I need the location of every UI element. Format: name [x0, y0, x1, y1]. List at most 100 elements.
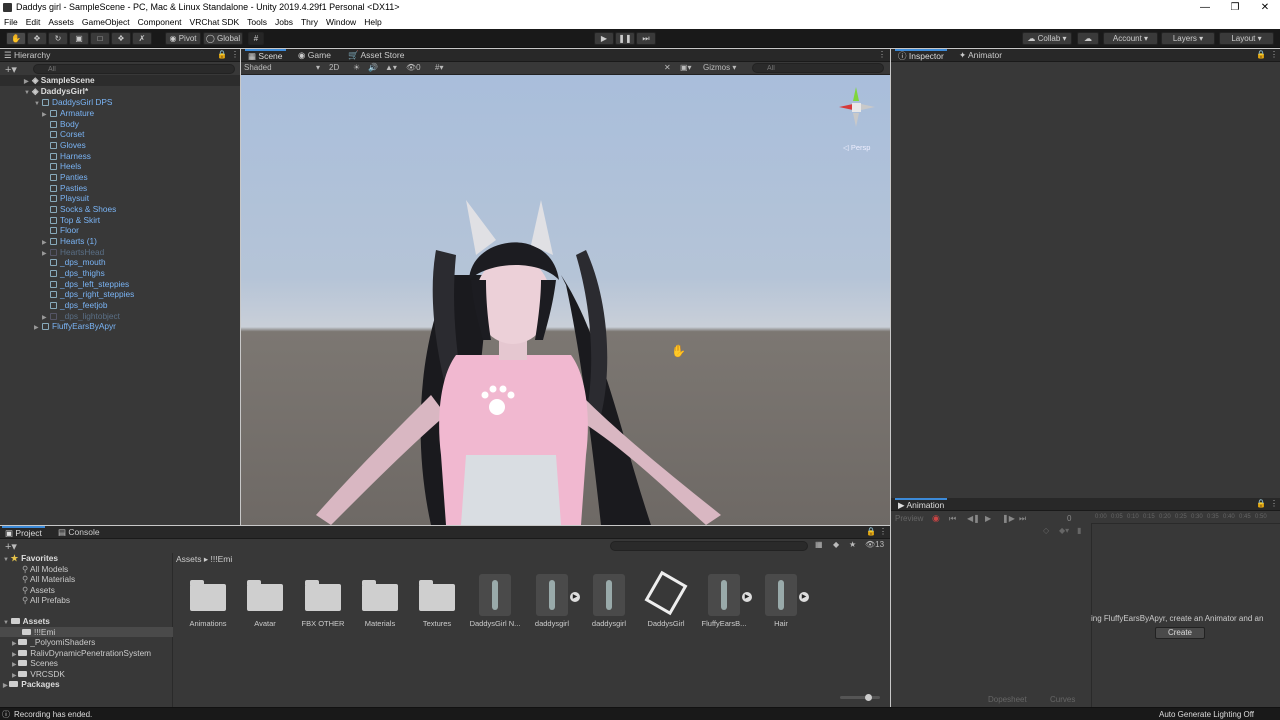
frame-field[interactable]: 0 — [1067, 514, 1071, 523]
expand-arrow-icon[interactable]: ▶ — [742, 592, 752, 602]
tree-row-dps-thighs[interactable]: _dps_thighs — [50, 268, 105, 279]
tab-game[interactable]: ◉ Game — [298, 49, 331, 62]
event-marker-icon[interactable]: ▮ — [1077, 526, 1081, 535]
collab-dropdown[interactable]: ☁ Collab ▾ — [1022, 32, 1072, 45]
persp-label[interactable]: ◁ Persp — [843, 143, 870, 152]
account-dropdown[interactable]: Account ▾ — [1103, 32, 1158, 45]
menu-jobs[interactable]: Jobs — [275, 17, 293, 27]
scene-viewport[interactable]: ✋ ◁ Persp — [241, 75, 890, 525]
tree-row-dps-left-steppies[interactable]: _dps_left_steppies — [50, 279, 129, 290]
shading-mode-dropdown[interactable]: Shaded ▾ — [244, 63, 322, 72]
folder-polyomishaders[interactable]: ▶ _PolyomiShaders — [12, 637, 95, 648]
transform-tool-icon[interactable]: ❖ — [111, 32, 131, 45]
asset-item[interactable]: ▶ Hair — [754, 572, 809, 628]
scene-orientation-gizmo[interactable]: ◁ Persp — [835, 81, 879, 152]
favorite-star-icon[interactable]: ★ — [849, 540, 856, 549]
play-button[interactable]: ▶ — [594, 32, 614, 45]
folder-raliv-dps[interactable]: ▶ RalivDynamicPenetrationSystem — [12, 648, 151, 659]
asset-item[interactable]: ▶ daddysgirl — [525, 572, 580, 628]
close-icon[interactable]: ✕ — [1250, 0, 1280, 15]
tab-animator[interactable]: ✦ Animator — [959, 49, 1002, 62]
asset-item[interactable]: Materials — [353, 572, 407, 628]
hidden-packages-icon[interactable]: 👁13 — [865, 540, 884, 549]
tree-row-panties[interactable]: Panties — [50, 172, 88, 183]
asset-item[interactable]: ▶ FluffyEarsB... — [697, 572, 752, 628]
toggle-2d-button[interactable]: 2D — [329, 63, 339, 72]
hidden-objects-icon[interactable]: 👁0 — [406, 63, 421, 72]
tree-row-daddysgirl-dps[interactable]: ▼ DaddysGirl DPS — [34, 97, 112, 108]
breadcrumb-assets[interactable]: Assets — [176, 554, 202, 564]
tab-project[interactable]: ▣ Project — [2, 526, 45, 539]
timeline-ruler[interactable]: 0:00 0:05 0:10 0:15 0:20 0:25 0:30 0:35 … — [1091, 511, 1280, 524]
panel-menu-icon[interactable]: ⋮ — [878, 50, 886, 59]
filter-type-icon[interactable]: ▦ — [815, 540, 823, 549]
add-event-icon[interactable]: ◆▾ — [1059, 526, 1069, 535]
maximize-icon[interactable]: ❐ — [1220, 0, 1250, 15]
next-keyframe-icon[interactable]: ❚▶ — [1002, 514, 1015, 523]
record-icon[interactable]: ◉ — [932, 513, 940, 524]
pivot-toggle[interactable]: ◉ Pivot — [165, 32, 201, 45]
add-keyframe-icon[interactable]: ◇ — [1043, 526, 1049, 535]
menu-edit[interactable]: Edit — [26, 17, 41, 27]
tree-row-armature[interactable]: ▶ Armature — [42, 108, 94, 119]
favorite-all-materials[interactable]: ⚲ All Materials — [22, 574, 75, 585]
lock-icon[interactable]: 🔒 — [866, 527, 876, 536]
tree-row-body[interactable]: Body — [50, 119, 79, 130]
folder-emi[interactable]: !!!Emi — [0, 626, 173, 638]
tree-row-top-skirt[interactable]: Top & Skirt — [50, 215, 100, 226]
custom-tool-icon[interactable]: ✗ — [132, 32, 152, 45]
favorites-section[interactable]: ▼ ★ Favorites — [3, 553, 58, 564]
curves-tab[interactable]: Curves — [1050, 695, 1075, 704]
tab-inspector[interactable]: ⓘ Inspector — [895, 49, 947, 62]
tools-icon[interactable]: ✕ — [664, 63, 671, 72]
move-tool-icon[interactable]: ✥ — [27, 32, 47, 45]
menu-gameobject[interactable]: GameObject — [82, 17, 130, 27]
expand-arrow-icon[interactable]: ▶ — [570, 592, 580, 602]
assets-root-folder[interactable]: ▼ Assets — [3, 616, 50, 627]
panel-menu-icon[interactable]: ⋮ — [879, 527, 887, 536]
scale-tool-icon[interactable]: ▣ — [69, 32, 89, 45]
icon-size-slider[interactable] — [840, 694, 880, 701]
tree-row-dps-right-steppies[interactable]: _dps_right_steppies — [50, 289, 134, 300]
tree-row-hearts[interactable]: ▶ Hearts (1) — [42, 236, 97, 247]
menu-component[interactable]: Component — [138, 17, 182, 27]
favorite-assets[interactable]: ⚲ Assets — [22, 585, 55, 596]
tree-row-pasties[interactable]: Pasties — [50, 183, 87, 194]
menu-tools[interactable]: Tools — [247, 17, 267, 27]
panel-menu-icon[interactable]: ⋮ — [231, 50, 239, 59]
create-animator-button[interactable]: Create — [1155, 627, 1205, 639]
create-asset-icon[interactable]: +▾ — [5, 540, 17, 553]
tab-animation[interactable]: ▶ Animation — [895, 498, 948, 511]
asset-item[interactable]: Animations — [181, 572, 235, 628]
dopesheet-tab[interactable]: Dopesheet — [988, 695, 1027, 704]
menu-window[interactable]: Window — [326, 17, 356, 27]
tree-row-corset[interactable]: Corset — [50, 129, 84, 140]
prev-keyframe-icon[interactable]: ◀❚ — [967, 514, 980, 523]
tree-row-dps-lightobject[interactable]: ▶ _dps_lightobject — [42, 311, 120, 322]
tree-row-dps-feetjob[interactable]: _dps_feetjob — [50, 300, 108, 311]
first-keyframe-icon[interactable]: ⏮ — [949, 514, 956, 524]
play-icon[interactable]: ▶ — [985, 514, 991, 523]
hierarchy-search-input[interactable] — [33, 64, 235, 74]
menu-assets[interactable]: Assets — [48, 17, 74, 27]
tree-row-daddysgirl-scene[interactable]: ▼ ◈ DaddysGirl* — [0, 86, 240, 97]
asset-item[interactable]: DaddysGirl — [639, 570, 693, 628]
tree-row-floor[interactable]: Floor — [50, 225, 79, 236]
menu-vrchat-sdk[interactable]: VRChat SDK — [190, 17, 240, 27]
menu-file[interactable]: File — [4, 17, 18, 27]
lighting-icon[interactable]: ☀ — [353, 63, 360, 72]
global-toggle[interactable]: ◯ Global — [203, 32, 243, 45]
tab-scene[interactable]: ▦ Scene — [245, 49, 286, 62]
menu-help[interactable]: Help — [364, 17, 381, 27]
tree-row-dps-mouth[interactable]: _dps_mouth — [50, 257, 106, 268]
packages-folder[interactable]: ▶ Packages — [3, 679, 60, 690]
effects-icon[interactable]: ▲▾ — [385, 63, 397, 72]
breadcrumb-emi[interactable]: !!!Emi — [211, 554, 233, 564]
tree-row-harness[interactable]: Harness — [50, 151, 91, 162]
lighting-status[interactable]: Auto Generate Lighting Off — [1159, 710, 1254, 719]
tree-row-socks-shoes[interactable]: Socks & Shoes — [50, 204, 116, 215]
expand-arrow-icon[interactable]: ▶ — [799, 592, 809, 602]
layers-dropdown[interactable]: Layers ▾ — [1161, 32, 1215, 45]
tab-asset-store[interactable]: 🛒 Asset Store — [348, 49, 404, 62]
tree-row-heartshead[interactable]: ▶ HeartsHead — [42, 247, 104, 258]
